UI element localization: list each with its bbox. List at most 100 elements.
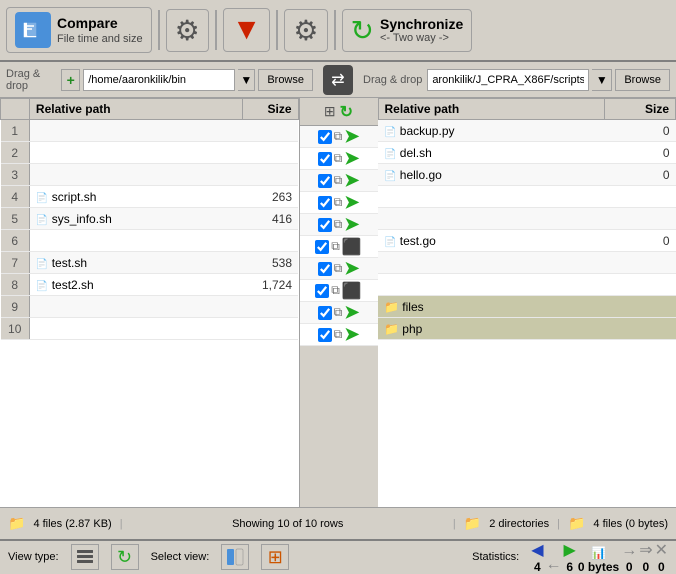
left-table-row: 2 bbox=[1, 142, 299, 164]
sync-icon: ↻ bbox=[351, 14, 374, 47]
right-file-panel: Relative path Size 📄 backup.py 0 📄 del.s… bbox=[378, 98, 676, 507]
row-checkbox[interactable] bbox=[318, 328, 332, 342]
select-view-button2[interactable]: ⊞ bbox=[261, 544, 289, 570]
copy-icon[interactable]: ⧉ bbox=[331, 239, 340, 254]
row-checkbox[interactable] bbox=[318, 174, 332, 188]
sync-right-icon[interactable]: ➤ bbox=[344, 192, 359, 213]
right-browse-button[interactable]: Browse bbox=[615, 69, 670, 91]
middle-refresh-icon: ↻ bbox=[340, 102, 353, 122]
right-path-input[interactable] bbox=[427, 69, 589, 91]
right-col-size: Size bbox=[604, 99, 675, 120]
row-checkbox[interactable] bbox=[318, 152, 332, 166]
row-checkbox[interactable] bbox=[318, 218, 332, 232]
right-file-table: Relative path Size 📄 backup.py 0 📄 del.s… bbox=[378, 98, 676, 340]
sync-text: Synchronize <- Two way -> bbox=[380, 16, 463, 44]
stat-icon-green: ▶ bbox=[564, 540, 576, 560]
copy-icon[interactable]: ⧉ bbox=[334, 261, 343, 276]
left-pathbar: Drag & drop + ▼ Browse bbox=[6, 68, 313, 92]
row-checkbox[interactable] bbox=[315, 284, 329, 298]
middle-row: ⧉ ➤ bbox=[300, 192, 378, 214]
copy-icon[interactable]: ⧉ bbox=[334, 129, 343, 144]
compare-button[interactable]: Compare File time and size bbox=[6, 7, 152, 53]
left-file-name: 📄 test.sh bbox=[29, 252, 242, 274]
select-view-button1[interactable] bbox=[221, 544, 249, 570]
right-file-size: 0 bbox=[604, 142, 675, 164]
sync-right-icon[interactable]: ➤ bbox=[344, 302, 359, 323]
left-drag-drop-label: Drag & drop bbox=[6, 68, 56, 92]
stat-n2-icon: ⇒ bbox=[639, 540, 652, 560]
right-path-dropdown[interactable]: ▼ bbox=[592, 69, 612, 91]
copy-icon[interactable]: ⧉ bbox=[334, 151, 343, 166]
sync-right-icon[interactable]: ➤ bbox=[344, 258, 359, 279]
row-checkbox[interactable] bbox=[318, 262, 332, 276]
sync-right-icon[interactable]: ➤ bbox=[344, 148, 359, 169]
copy-icon[interactable]: ⧉ bbox=[334, 217, 343, 232]
right-table-row: 📁 php bbox=[378, 318, 676, 340]
statistics-label: Statistics: bbox=[472, 551, 519, 563]
row-number: 7 bbox=[1, 252, 30, 274]
toolbar: Compare File time and size ⚙ ▼ ⚙ ↻ Synch… bbox=[0, 0, 676, 62]
row-checkbox[interactable] bbox=[318, 130, 332, 144]
settings-button[interactable]: ⚙ bbox=[166, 9, 209, 52]
stats-icons: ◀ 4 ← ▶ 6 📊 0 bytes → 0 ⇒ 0 ✕ 0 bbox=[531, 540, 668, 574]
swap-paths-button[interactable]: ⇄ bbox=[323, 65, 353, 95]
compare-title: Compare bbox=[57, 14, 143, 32]
sync-sub: <- Two way -> bbox=[380, 32, 463, 44]
stat-bytes-icon: 📊 bbox=[591, 546, 606, 560]
left-add-path-button[interactable]: + bbox=[61, 69, 80, 91]
middle-row: ⧉ ⬛ bbox=[300, 280, 378, 302]
view-list-button[interactable] bbox=[71, 544, 99, 570]
middle-copy-icon: ⊞ bbox=[324, 103, 336, 120]
copy-icon[interactable]: ⧉ bbox=[334, 195, 343, 210]
status-sep-1: | bbox=[120, 518, 123, 530]
stat-n3-num: 0 bbox=[658, 560, 665, 574]
left-file-name bbox=[29, 318, 242, 340]
row-checkbox[interactable] bbox=[315, 240, 329, 254]
sync-red-icon[interactable]: ⬛ bbox=[342, 237, 362, 257]
divider-4 bbox=[334, 10, 336, 50]
right-pathbar: Drag & drop ▼ Browse bbox=[363, 69, 670, 91]
right-file-size bbox=[604, 318, 675, 340]
stat-bytes-label: 0 bytes bbox=[578, 560, 619, 574]
right-file-name: 📄 hello.go bbox=[378, 164, 604, 186]
config-button[interactable]: ⚙ bbox=[284, 9, 327, 52]
sync-red-icon[interactable]: ⬛ bbox=[342, 281, 362, 301]
left-path-input[interactable] bbox=[83, 69, 235, 91]
left-file-name bbox=[29, 142, 242, 164]
sync-right-icon[interactable]: ➤ bbox=[344, 126, 359, 147]
row-checkbox[interactable] bbox=[318, 196, 332, 210]
middle-row: ⧉ ➤ bbox=[300, 214, 378, 236]
synchronize-button[interactable]: ↻ Synchronize <- Two way -> bbox=[342, 9, 473, 52]
right-file-size bbox=[604, 296, 675, 318]
left-file-name bbox=[29, 120, 242, 142]
left-file-name bbox=[29, 296, 242, 318]
left-file-panel: Relative path Size 1 2 3 4 📄 script.sh 2… bbox=[0, 98, 300, 507]
left-table-row: 1 bbox=[1, 120, 299, 142]
stat-col-arrow: ← bbox=[546, 556, 562, 574]
right-dir-count: 2 directories bbox=[489, 518, 549, 530]
left-browse-button[interactable]: Browse bbox=[258, 69, 313, 91]
left-file-name: 📄 test2.sh bbox=[29, 274, 242, 296]
right-file-name bbox=[378, 274, 604, 296]
copy-icon[interactable]: ⧉ bbox=[331, 283, 340, 298]
stat-n1-icon: → bbox=[621, 542, 637, 560]
compare-icon bbox=[15, 12, 51, 48]
right-col-path: Relative path bbox=[378, 99, 604, 120]
left-path-dropdown[interactable]: ▼ bbox=[238, 69, 255, 91]
right-table-row bbox=[378, 186, 676, 208]
sync-right-icon[interactable]: ➤ bbox=[344, 170, 359, 191]
copy-icon[interactable]: ⧉ bbox=[334, 173, 343, 188]
copy-icon[interactable]: ⧉ bbox=[334, 327, 343, 342]
stat-icon-blue: ◀ bbox=[531, 540, 543, 560]
middle-row: ⧉ ➤ bbox=[300, 170, 378, 192]
view-sync-button[interactable]: ↻ bbox=[111, 544, 139, 570]
filter-button[interactable]: ▼ bbox=[223, 8, 271, 52]
left-table-row: 5 📄 sys_info.sh 416 bbox=[1, 208, 299, 230]
left-table-row: 10 bbox=[1, 318, 299, 340]
sync-right-icon[interactable]: ➤ bbox=[344, 214, 359, 235]
view-type-label: View type: bbox=[8, 551, 59, 563]
row-checkbox[interactable] bbox=[318, 306, 332, 320]
sync-right-icon[interactable]: ➤ bbox=[344, 324, 359, 345]
middle-row: ⧉ ➤ bbox=[300, 324, 378, 346]
copy-icon[interactable]: ⧉ bbox=[334, 305, 343, 320]
